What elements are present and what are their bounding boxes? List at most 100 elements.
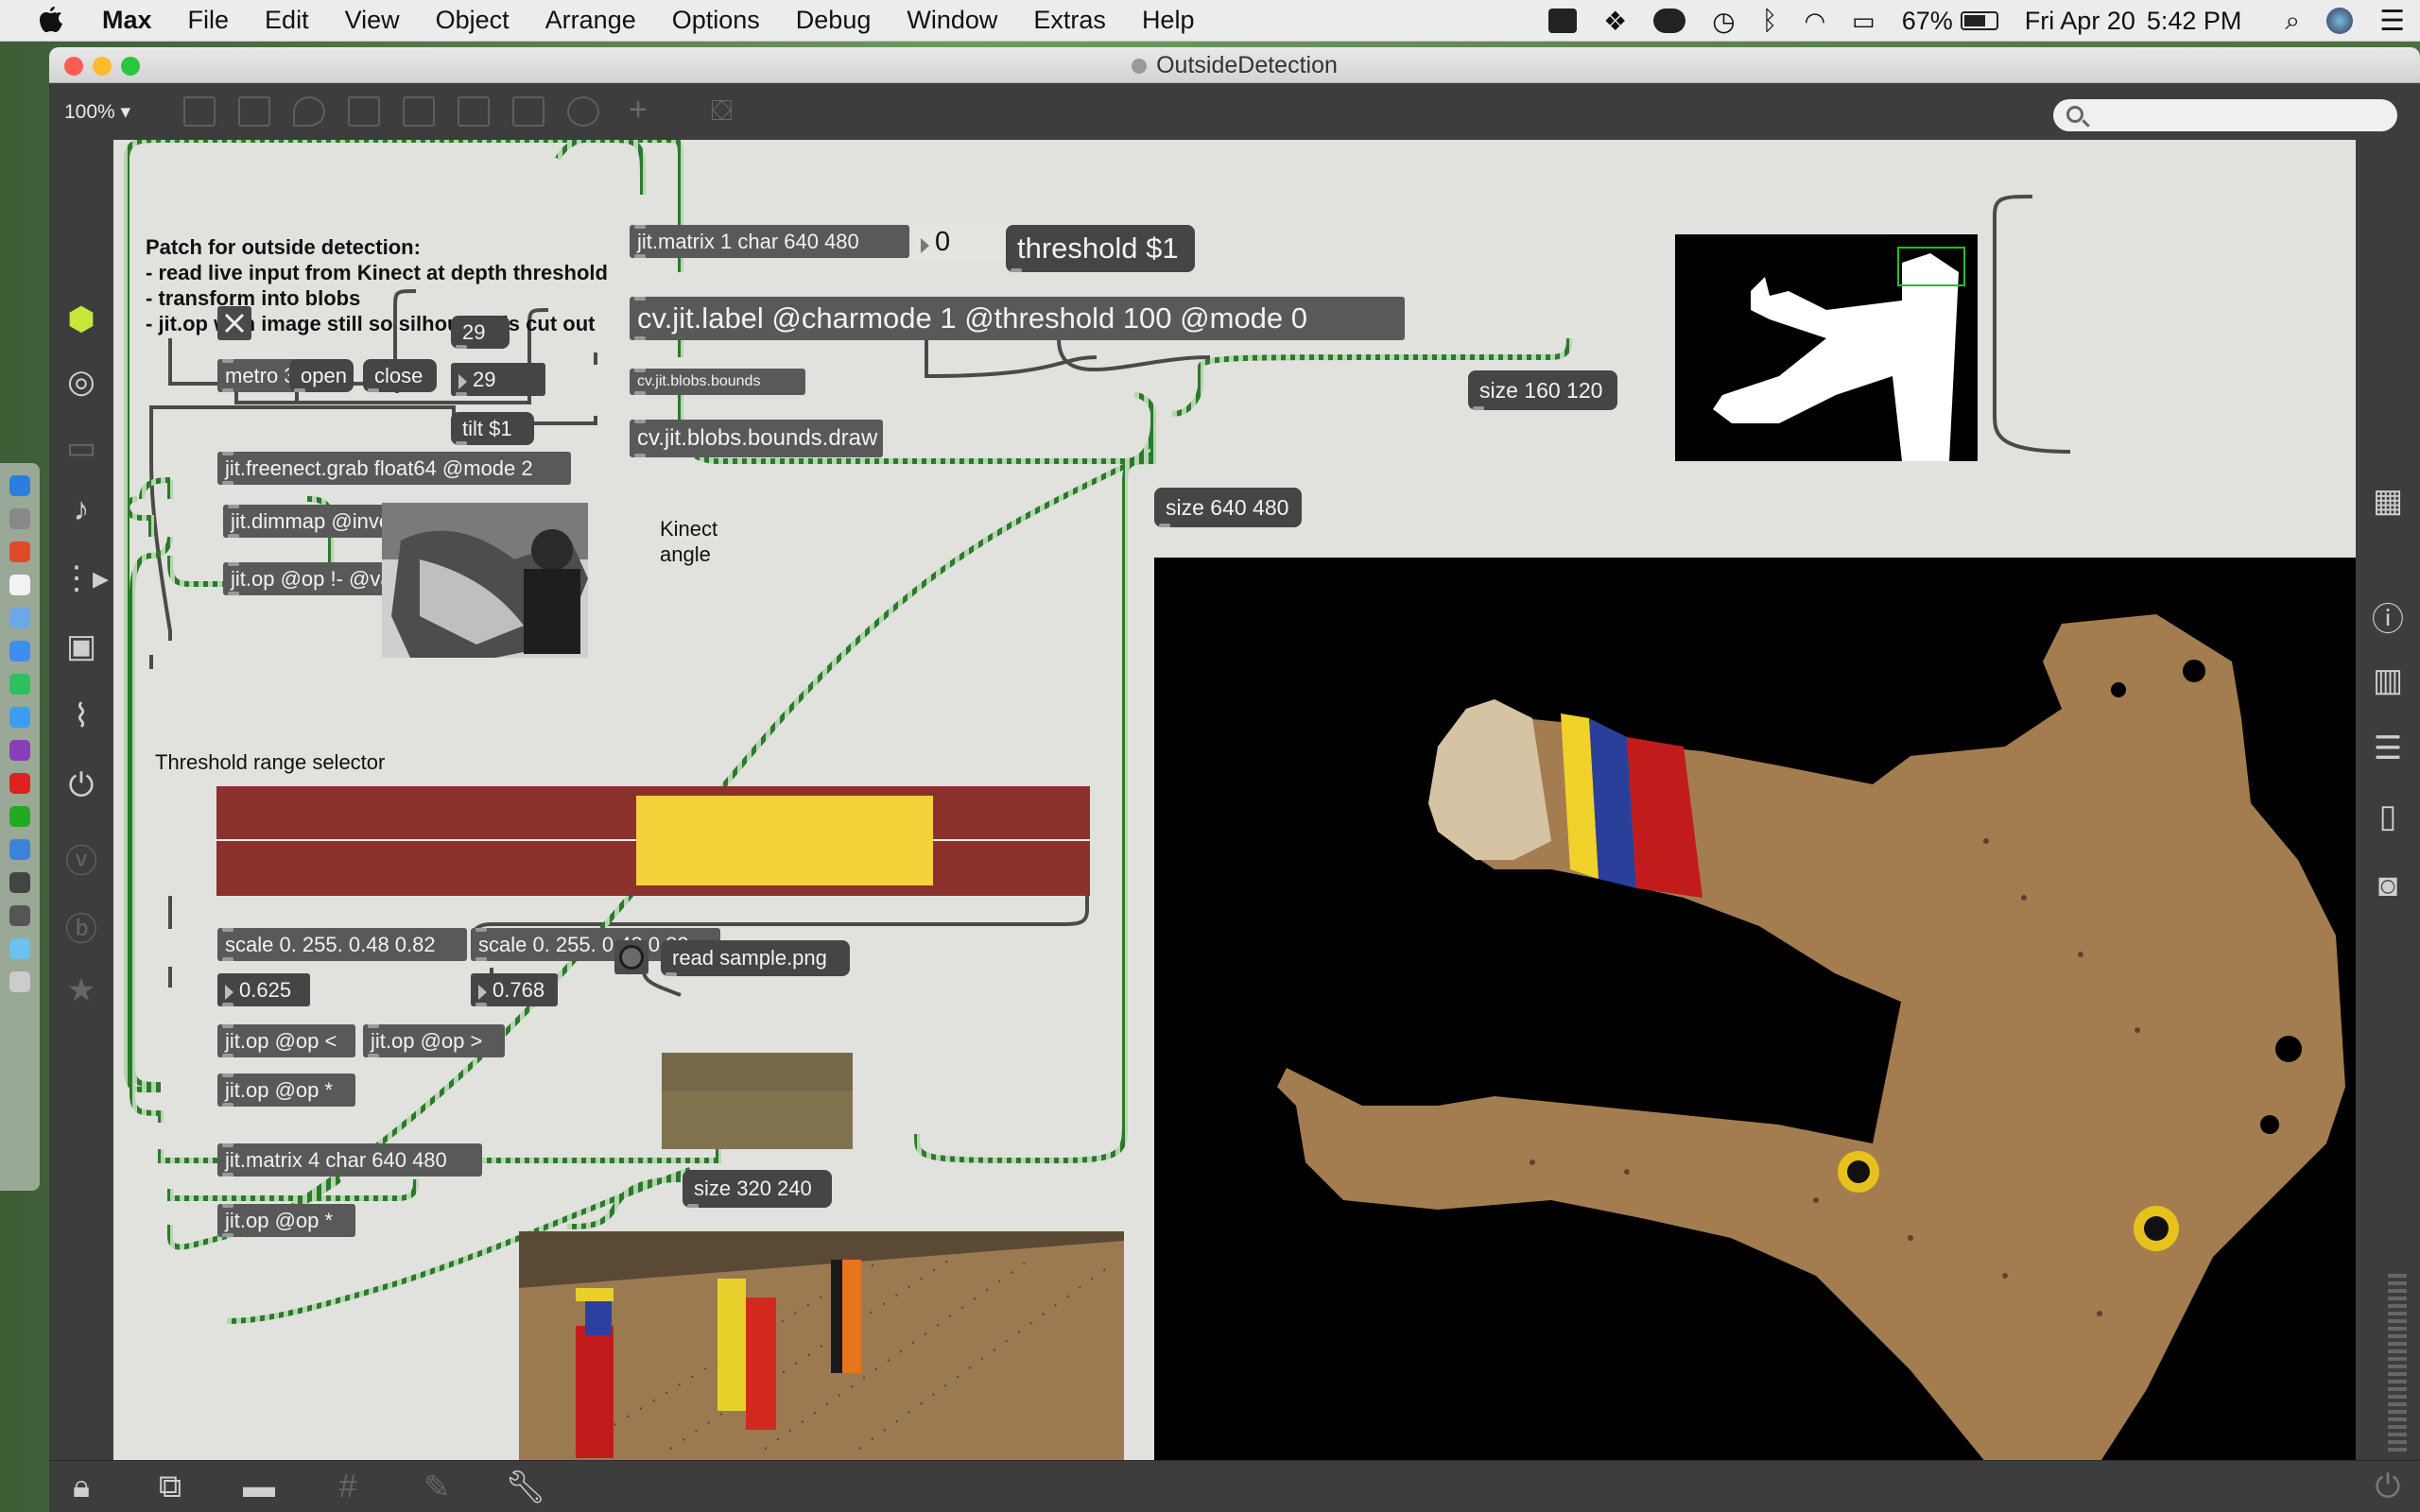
new-comment-icon[interactable] [293,96,325,127]
menu-view[interactable]: View [345,6,400,35]
list-icon[interactable]: ☰ [2367,730,2409,767]
blobs-bounds-draw-object[interactable]: cv.jit.blobs.bounds.draw [630,420,883,457]
toggle-on-off[interactable] [217,306,251,340]
notification-center-icon[interactable]: ☰ [2379,5,2405,38]
v-icon[interactable]: ⓥ [60,835,102,882]
calendar-icon[interactable] [9,575,30,595]
info-icon[interactable]: ⓘ [2367,593,2409,640]
comment-bubble-icon[interactable]: ▬ [238,1469,280,1505]
cv-jit-label-object[interactable]: cv.jit.label @charmode 1 @threshold 100 … [630,297,1405,340]
search-input[interactable] [2053,99,2397,131]
op-mul-object-1[interactable]: jit.op @op * [217,1074,355,1107]
apple-menu-icon[interactable] [38,6,64,34]
close-message[interactable]: close [363,359,437,392]
chrome-icon[interactable] [9,541,30,562]
menu-edit[interactable]: Edit [265,6,309,35]
menu-file[interactable]: File [188,6,230,35]
drive-icon[interactable] [1548,9,1578,33]
new-object-box-icon[interactable]: ✎ [416,1469,458,1506]
time-machine-icon[interactable]: ◷ [1712,6,1735,37]
bluetooth-icon[interactable]: ᛒ [1762,6,1778,36]
creative-cloud-icon[interactable] [1653,9,1686,33]
matrix4-object[interactable]: jit.matrix 4 char 640 480 [217,1143,482,1177]
scale-object-1[interactable]: scale 0. 255. 0.48 0.82 [217,928,467,961]
messages-icon[interactable] [9,641,30,662]
op-mul-object-2[interactable]: jit.op @op * [217,1204,355,1237]
book-icon[interactable]: ▯ [2367,798,2409,835]
matrix1-object[interactable]: jit.matrix 1 char 640 480 [630,225,909,258]
threshold-number-box[interactable]: 0 [913,223,1015,261]
size-320-message[interactable]: size 320 240 [683,1170,832,1208]
presentation-icon[interactable]: ⧉ [149,1469,191,1505]
read-sample-message[interactable]: read sample.png [661,940,850,976]
threshold-range-slider[interactable] [216,786,1090,896]
angle-message-29[interactable]: 29 [451,316,510,349]
finder-icon[interactable] [9,475,30,496]
sequence-icon[interactable]: ⋮▸ [60,559,109,597]
wrench-icon[interactable]: 🔧︎ [505,1469,546,1506]
menu-object[interactable]: Object [436,6,510,35]
downloads-icon[interactable] [9,938,30,959]
output-video-window[interactable] [1154,558,2356,1460]
grid-toggle-icon[interactable]: # [327,1469,369,1505]
airplay-icon[interactable]: ▭ [1852,7,1876,36]
tilt-message[interactable]: tilt $1 [451,412,534,445]
size-160-message[interactable]: size 160 120 [1468,370,1617,410]
menu-extras[interactable]: Extras [1033,6,1106,35]
spotify-icon[interactable] [9,674,30,695]
new-slider-icon[interactable] [512,96,544,127]
acrobat-icon[interactable] [9,773,30,794]
angle-number-box[interactable]: 29 [451,363,545,396]
freenect-grab-object[interactable]: jit.freenect.grab float64 @mode 2 [217,452,571,485]
menu-arrange[interactable]: Arrange [545,6,636,35]
op-gt-object[interactable]: jit.op @op > [363,1024,505,1057]
blob-preview-window[interactable] [1675,234,1978,461]
menu-date[interactable]: Fri Apr 20 [2025,7,2135,36]
new-message-icon[interactable] [238,96,270,127]
menu-app[interactable]: Max [102,6,152,35]
launchpad-icon[interactable] [9,508,30,529]
grid-icon[interactable]: ▦ [2367,482,2409,520]
slider-range-fill[interactable] [635,796,933,885]
blobs-bounds-object[interactable]: cv.jit.blobs.bounds [630,369,805,395]
b-icon[interactable]: ⓑ [60,903,102,950]
sample-texture-window[interactable] [662,1053,853,1149]
paperclip-icon[interactable]: ⌇ [60,697,102,735]
star-icon[interactable]: ★ [60,971,102,1009]
zoom-menu[interactable]: 100% ▾ [64,100,130,124]
threshold-message[interactable]: threshold $1 [1006,225,1195,272]
plug-icon[interactable]: ⏻ [60,767,102,804]
system-prefs-icon[interactable] [9,905,30,926]
music-note-icon[interactable]: ♪ [60,491,102,528]
high-float-box[interactable]: 0.768 [471,973,558,1006]
menu-options[interactable]: Options [672,6,760,35]
image-icon[interactable]: ▣ [60,627,102,665]
power-icon[interactable]: ⏻ [2367,1469,2409,1505]
new-bang-icon[interactable] [403,96,435,127]
battery-icon[interactable] [1960,11,1998,30]
camera-icon[interactable]: ◙ [2367,868,2409,904]
siri-icon[interactable] [2326,8,2354,34]
xcode-icon[interactable] [9,839,30,860]
camera-photo-window[interactable] [519,1231,1124,1460]
menu-help[interactable]: Help [1142,6,1195,35]
menu-window[interactable]: Window [907,6,997,35]
vizzie-icon[interactable]: ▭ [60,429,102,467]
lock-icon[interactable]: 🔒︎ [60,1469,102,1505]
op-lt-object[interactable]: jit.op @op < [217,1024,355,1057]
new-dial-icon[interactable] [567,96,599,127]
package-icon[interactable]: ⬢ [60,301,102,338]
menu-time[interactable]: 5:42 PM [2147,7,2242,36]
depth-preview-window[interactable] [382,503,588,658]
read-bang-button[interactable] [614,940,648,974]
preview-icon[interactable] [9,608,30,628]
add-icon[interactable]: + [622,94,654,127]
spotlight-icon[interactable]: ⌕ [2285,6,2300,37]
github-icon[interactable] [9,740,30,761]
reference-icon[interactable]: ▥ [2367,662,2409,699]
dropbox-icon[interactable]: ❖ [1603,6,1627,37]
low-float-box[interactable]: 0.625 [217,973,310,1006]
wifi-icon[interactable]: ◠ [1804,7,1825,36]
paint-bucket-icon[interactable]: ⛋ [711,96,743,127]
max-icon[interactable] [9,872,30,893]
